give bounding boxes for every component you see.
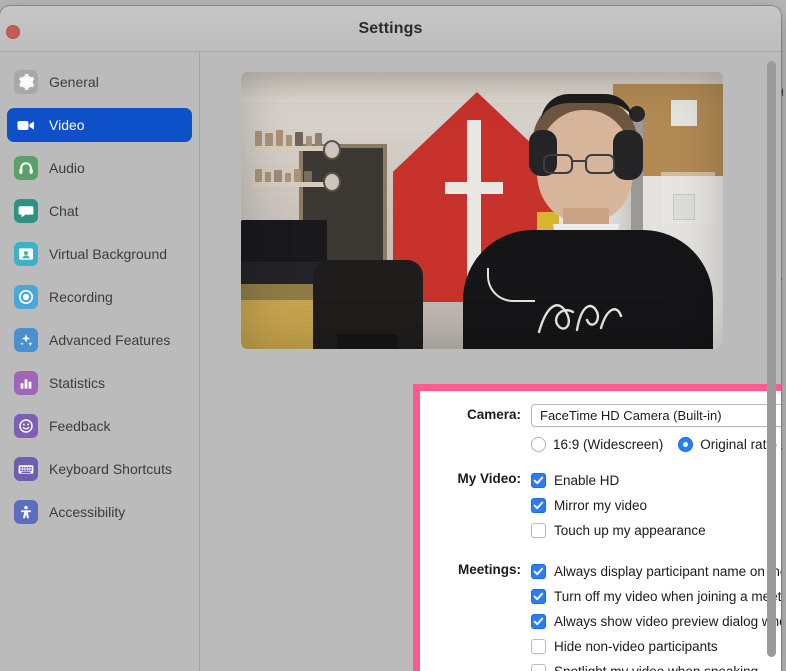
- person-frame-icon: [14, 242, 38, 266]
- sidebar-item-label: General: [49, 74, 99, 90]
- meetings-row: Meetings: Always display participant name…: [420, 559, 781, 671]
- checkbox-label: Always display participant name on their…: [554, 564, 781, 579]
- gear-icon: [14, 70, 38, 94]
- radio-button[interactable]: [531, 437, 546, 452]
- sidebar-item-audio[interactable]: Audio: [7, 151, 192, 185]
- sidebar-item-label: Feedback: [49, 418, 111, 434]
- my-video-options: Enable HD Mirror my video Touch up my appe…: [531, 468, 781, 543]
- sidebar-item-label: Audio: [49, 160, 85, 176]
- screen: He/TJ Settings GeneralVideoAudioChatVirt…: [0, 0, 786, 671]
- window-titlebar: Settings: [0, 6, 781, 52]
- camera-preview: [241, 72, 723, 349]
- sidebar-item-recording[interactable]: Recording: [7, 280, 192, 314]
- checkbox-row[interactable]: Enable HD: [531, 468, 781, 493]
- aspect-ratio-option[interactable]: Original ratio: [678, 437, 777, 452]
- aspect-ratio-options: 16:9 (Widescreen) Original ratio: [531, 437, 781, 452]
- camera-row: Camera: FaceTime HD Camera (Built-in) 16:9…: [420, 404, 781, 452]
- smiley-face-icon: [14, 414, 38, 438]
- page-title: Settings: [358, 20, 423, 37]
- aspect-ratio-option[interactable]: 16:9 (Widescreen): [531, 437, 663, 452]
- sidebar-item-label: Video: [49, 117, 85, 133]
- checkbox-label: Spotlight my video when speaking: [554, 664, 758, 671]
- settings-sidebar: General Video Audio Chat Virtual Background R…: [0, 52, 200, 671]
- sidebar-item-chat[interactable]: Chat: [7, 194, 192, 228]
- chat-bubble-icon: [14, 199, 38, 223]
- checkbox-row[interactable]: Always display participant name on their…: [531, 559, 781, 584]
- camera-label: Camera:: [466, 407, 521, 422]
- my-video-row: My Video: Enable HD Mirror my video Touch u…: [420, 468, 781, 543]
- sidebar-item-video[interactable]: Video: [7, 108, 192, 142]
- sidebar-item-virtual-background[interactable]: Virtual Background: [7, 237, 192, 271]
- meetings-label: Meetings:: [457, 562, 521, 577]
- sidebar-item-label: Recording: [49, 289, 113, 305]
- checkbox[interactable]: [531, 614, 546, 629]
- sidebar-item-advanced-features[interactable]: Advanced Features: [7, 323, 192, 357]
- checkbox-row[interactable]: Turn off my video when joining a meeting: [531, 584, 781, 609]
- checkbox-label: Always show video preview dialog when jo…: [554, 614, 781, 629]
- bar-chart-icon: [14, 371, 38, 395]
- window-body: General Video Audio Chat Virtual Background R…: [0, 52, 781, 671]
- sidebar-item-accessibility[interactable]: Accessibility: [7, 495, 192, 529]
- checkbox-row[interactable]: Hide non-video participants: [531, 634, 781, 659]
- my-video-label: My Video:: [457, 471, 521, 486]
- keyboard-icon: [14, 457, 38, 481]
- checkbox[interactable]: [531, 498, 546, 513]
- headphones-icon: [14, 156, 38, 180]
- radio-button[interactable]: [678, 437, 694, 452]
- checkbox-label: Enable HD: [554, 473, 620, 488]
- record-circle-icon: [14, 285, 38, 309]
- sidebar-item-label: Advanced Features: [49, 332, 171, 348]
- sidebar-item-label: Accessibility: [49, 504, 126, 520]
- checkbox-label: Mirror my video: [554, 498, 648, 513]
- meetings-options: Always display participant name on their…: [531, 559, 781, 671]
- sidebar-item-label: Statistics: [49, 375, 106, 391]
- camera-select[interactable]: FaceTime HD Camera (Built-in): [531, 404, 781, 427]
- radio-label: 16:9 (Widescreen): [553, 437, 664, 452]
- sidebar-item-keyboard-shortcuts[interactable]: Keyboard Shortcuts: [7, 452, 192, 486]
- checkbox[interactable]: [531, 589, 546, 604]
- checkbox-row[interactable]: Always show video preview dialog when jo…: [531, 609, 781, 634]
- sparkles-icon: [14, 328, 38, 352]
- highlighted-settings-panel: Camera: FaceTime HD Camera (Built-in) 16:9…: [413, 384, 781, 671]
- sidebar-item-general[interactable]: General: [7, 65, 192, 99]
- checkbox-row[interactable]: Spotlight my video when speaking: [531, 659, 781, 671]
- vertical-scrollbar[interactable]: [765, 54, 778, 666]
- sidebar-item-label: Virtual Background: [49, 246, 168, 262]
- settings-content: Camera: FaceTime HD Camera (Built-in) 16:9…: [200, 52, 781, 671]
- checkbox[interactable]: [531, 639, 546, 654]
- sidebar-item-label: Chat: [49, 203, 79, 219]
- checkbox-label: Turn off my video when joining a meeting: [554, 589, 781, 604]
- checkbox[interactable]: [531, 523, 546, 538]
- checkbox-row[interactable]: Touch up my appearance: [531, 518, 781, 543]
- settings-window: Settings General Video Audio Chat Virtual Ba…: [0, 6, 781, 671]
- checkbox[interactable]: [531, 664, 546, 671]
- sidebar-item-statistics[interactable]: Statistics: [7, 366, 192, 400]
- checkbox-label: Touch up my appearance: [554, 523, 706, 538]
- checkbox-label: Hide non-video participants: [554, 639, 718, 654]
- scrollbar-thumb[interactable]: [767, 61, 776, 657]
- sidebar-item-label: Keyboard Shortcuts: [49, 461, 172, 477]
- sidebar-item-feedback[interactable]: Feedback: [7, 409, 192, 443]
- checkbox[interactable]: [531, 564, 546, 579]
- accessibility-icon: [14, 500, 38, 524]
- checkbox-row[interactable]: Mirror my video: [531, 493, 781, 518]
- video-camera-icon: [14, 113, 38, 137]
- checkbox[interactable]: [531, 473, 546, 488]
